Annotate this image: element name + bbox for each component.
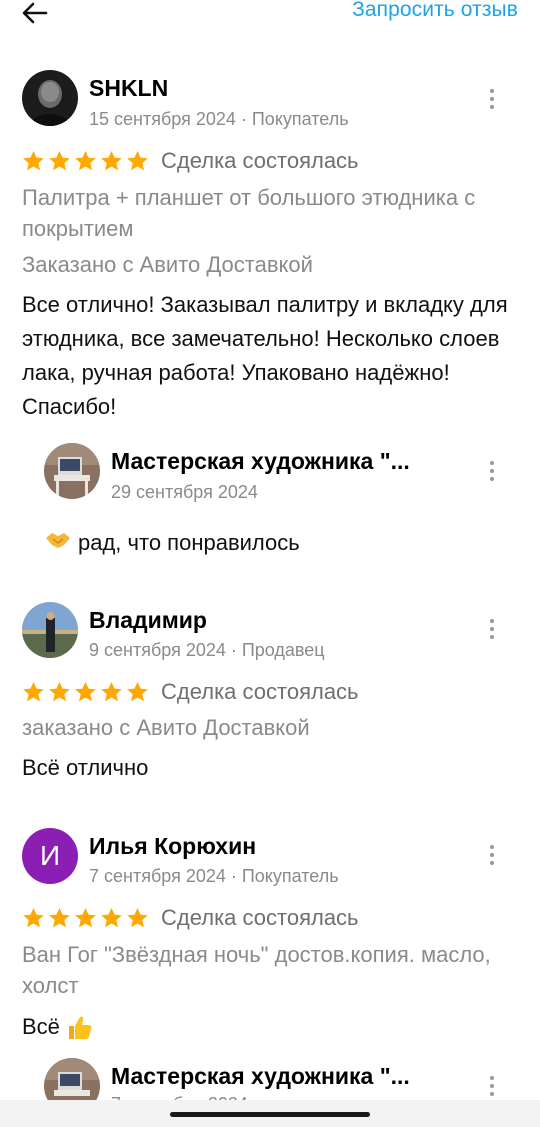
reply-text: рад, что понравилось [78,530,300,555]
reply-text-row: рад, что понравилось [44,529,300,557]
more-options-icon[interactable] [484,1073,500,1099]
star-icon [127,681,148,702]
review-text: Всё отлично [22,755,149,780]
more-options-icon[interactable] [484,616,500,642]
star-icon [127,907,148,928]
back-button[interactable] [22,0,56,28]
star-rating [22,907,149,929]
item-title: Ван Гог "Звёздная ночь" достов.копия. ма… [22,942,491,998]
avatar[interactable]: И [22,828,78,884]
review-meta: 9 сентября 2024 · Продавец [89,640,325,660]
delivery-note: заказано с Авито Доставкой [22,715,310,740]
avatar-initial: И [39,840,61,871]
star-icon [101,681,122,702]
star-rating [22,681,149,703]
handshake-emoji-icon [44,529,72,557]
star-icon [23,907,44,928]
deal-status: Сделка состоялась [161,905,359,930]
rating-row: Сделка состоялась [22,679,359,705]
star-icon [75,681,96,702]
more-options-icon[interactable] [484,458,500,484]
review-text: Всё [22,1014,60,1039]
arrow-left-icon [22,2,48,24]
star-icon [127,150,148,171]
thumbs-up-emoji-icon [65,1013,93,1041]
author-name[interactable]: Илья Корюхин [89,833,256,860]
user-photo [22,602,78,658]
star-icon [23,681,44,702]
delivery-note: Заказано с Авито Доставкой [22,252,313,277]
star-icon [101,907,122,928]
star-icon [49,150,70,171]
star-icon [75,150,96,171]
deal-status: Сделка состоялась [161,679,359,704]
review-meta: 7 сентября 2024 · Покупатель [89,866,339,886]
rating-row: Сделка состоялась [22,905,359,931]
review-text-row: Всё [22,1010,522,1044]
star-icon [23,150,44,171]
seller-name[interactable]: Мастерская художника "... [111,1063,410,1090]
item-title: Палитра + планшет от большого этюдника с… [22,185,476,241]
review-meta: 15 сентября 2024 · Покупатель [89,109,349,129]
home-indicator[interactable] [170,1112,370,1117]
more-options-icon[interactable] [484,842,500,868]
star-icon [75,907,96,928]
star-icon [101,150,122,171]
avatar[interactable] [22,70,78,126]
deal-status: Сделка состоялась [161,148,359,173]
request-review-link[interactable]: Запросить отзыв [352,0,518,22]
more-options-icon[interactable] [484,86,500,112]
avatar[interactable] [22,602,78,658]
author-name[interactable]: SHKLN [89,75,168,102]
star-rating [22,150,149,172]
reply-date: 29 сентября 2024 [111,482,258,502]
review-text: Все отлично! Заказывал палитру и вкладку… [22,292,508,419]
rating-row: Сделка состоялась [22,148,359,174]
star-icon [49,681,70,702]
user-photo [22,70,78,126]
top-bar: Запросить отзыв [0,0,540,32]
workshop-photo [44,443,100,499]
author-name[interactable]: Владимир [89,607,207,634]
star-icon [49,907,70,928]
seller-name[interactable]: Мастерская художника "... [111,448,410,475]
seller-avatar[interactable] [44,443,100,499]
